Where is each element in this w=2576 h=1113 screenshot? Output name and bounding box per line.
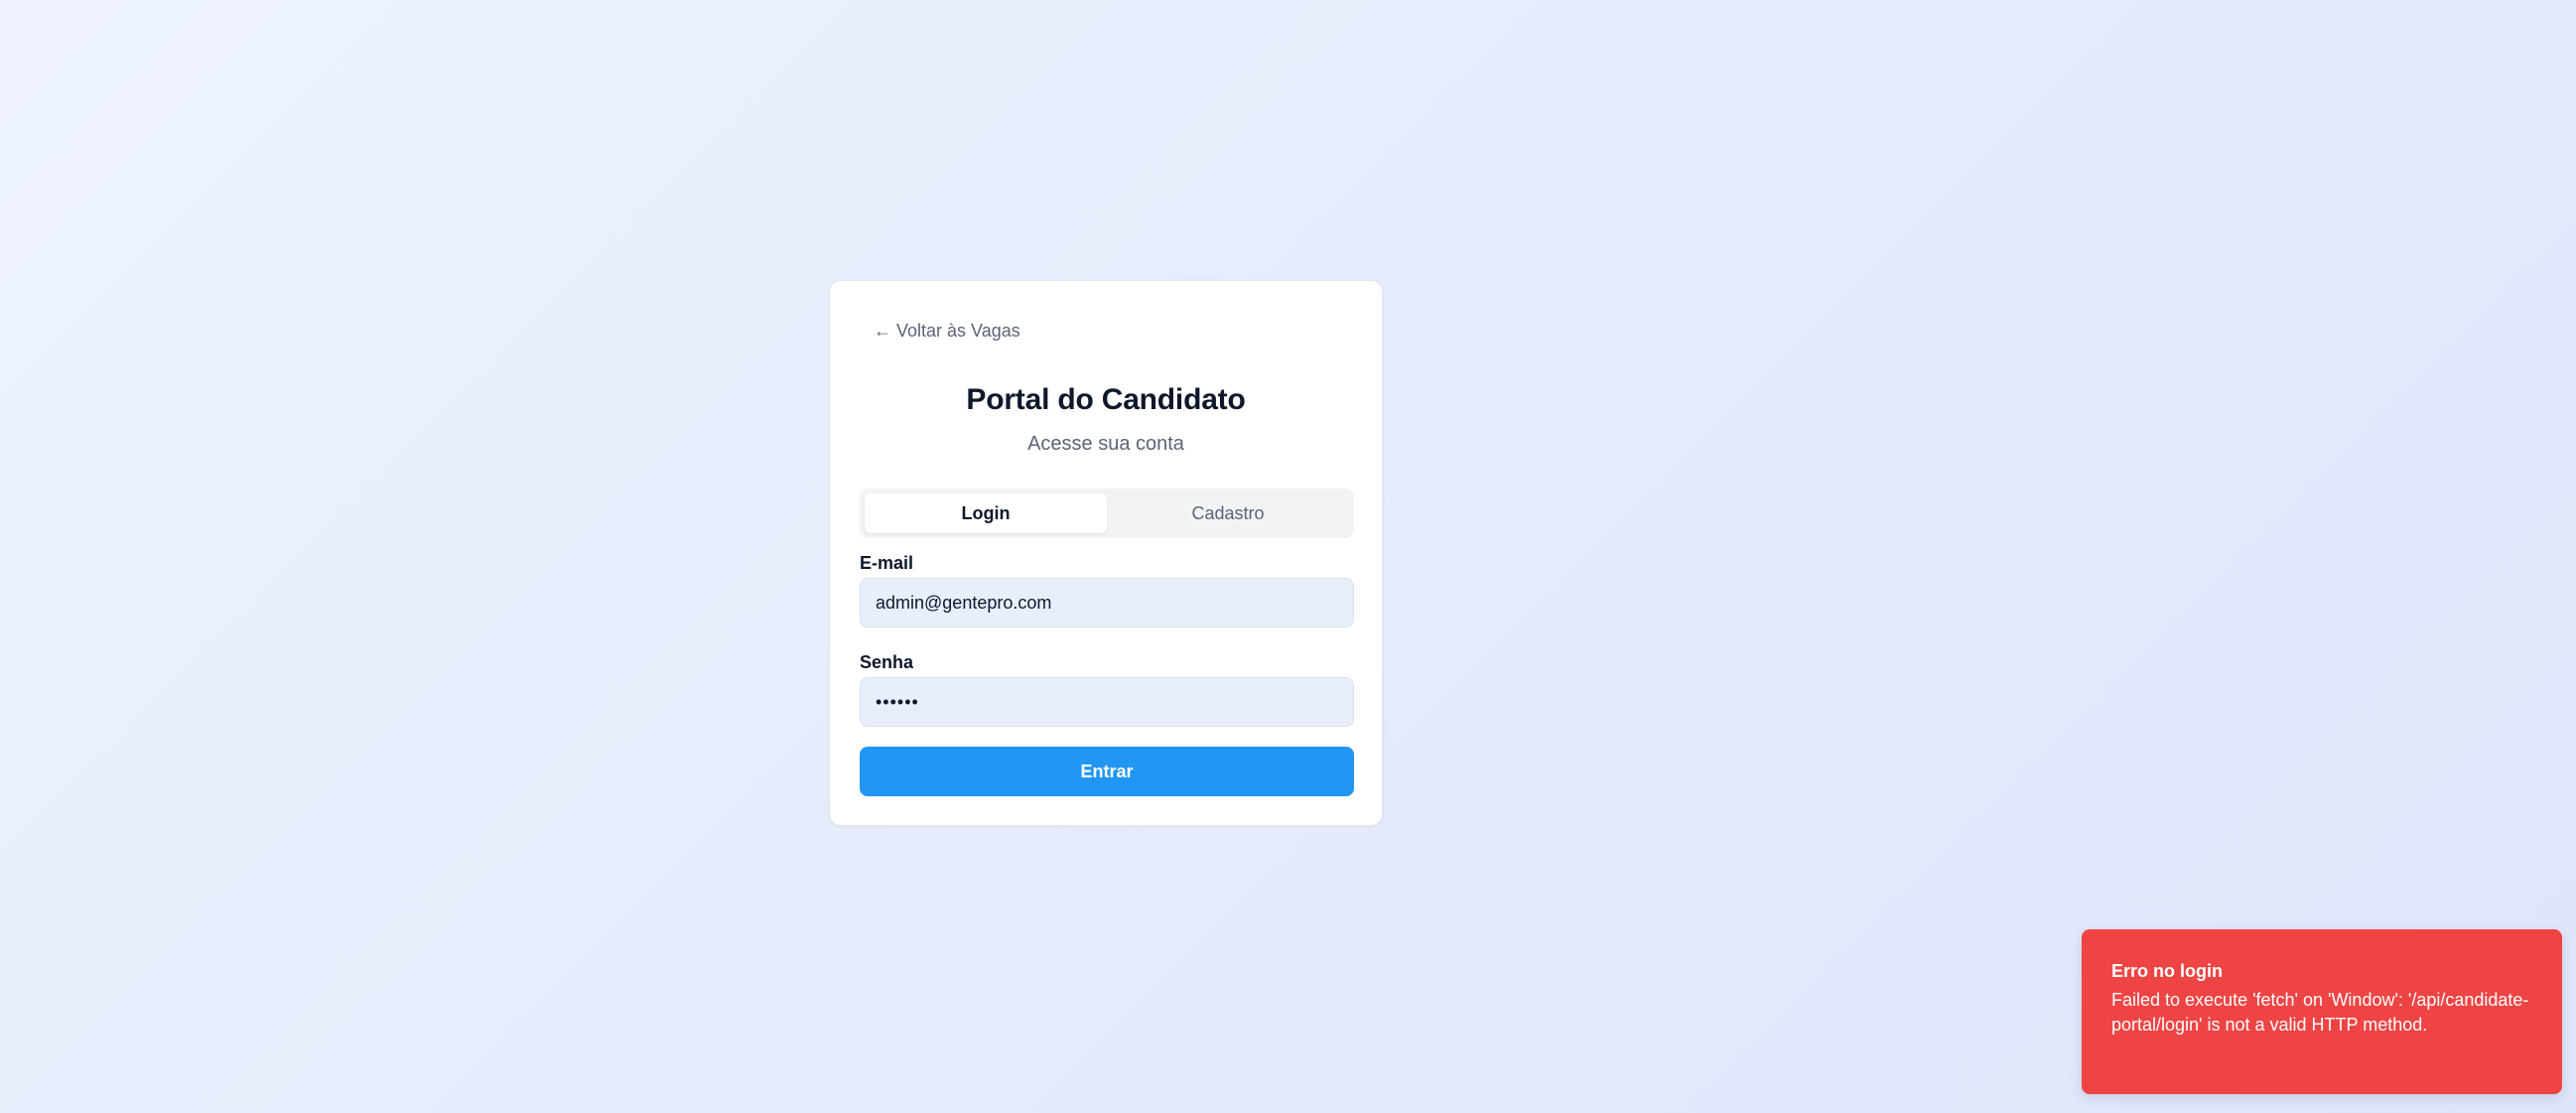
login-card: ← Voltar às Vagas Portal do Candidato Ace… xyxy=(829,280,1383,826)
toast-message: Failed to execute 'fetch' on 'Window': '… xyxy=(2111,990,2529,1035)
login-submit-button[interactable]: Entrar xyxy=(860,747,1354,796)
back-to-jobs-label: Voltar às Vagas xyxy=(896,321,1020,341)
password-label: Senha xyxy=(860,652,914,672)
email-field[interactable] xyxy=(860,578,1354,627)
page-title: Portal do Candidato xyxy=(966,383,1246,416)
back-to-jobs-link[interactable]: ← Voltar às Vagas xyxy=(874,321,1020,342)
error-toast: Erro no login Failed to execute 'fetch' … xyxy=(2082,929,2562,1094)
tab-register[interactable]: Cadastro xyxy=(1107,493,1349,533)
auth-tabs: Login Cadastro xyxy=(860,488,1354,538)
arrow-left-icon: ← xyxy=(874,321,891,341)
email-label: E-mail xyxy=(860,553,914,573)
page-subtitle: Acesse sua conta xyxy=(1027,433,1184,455)
tab-login[interactable]: Login xyxy=(865,493,1107,533)
password-field[interactable] xyxy=(860,677,1354,727)
toast-title: Erro no login xyxy=(2111,961,2223,981)
